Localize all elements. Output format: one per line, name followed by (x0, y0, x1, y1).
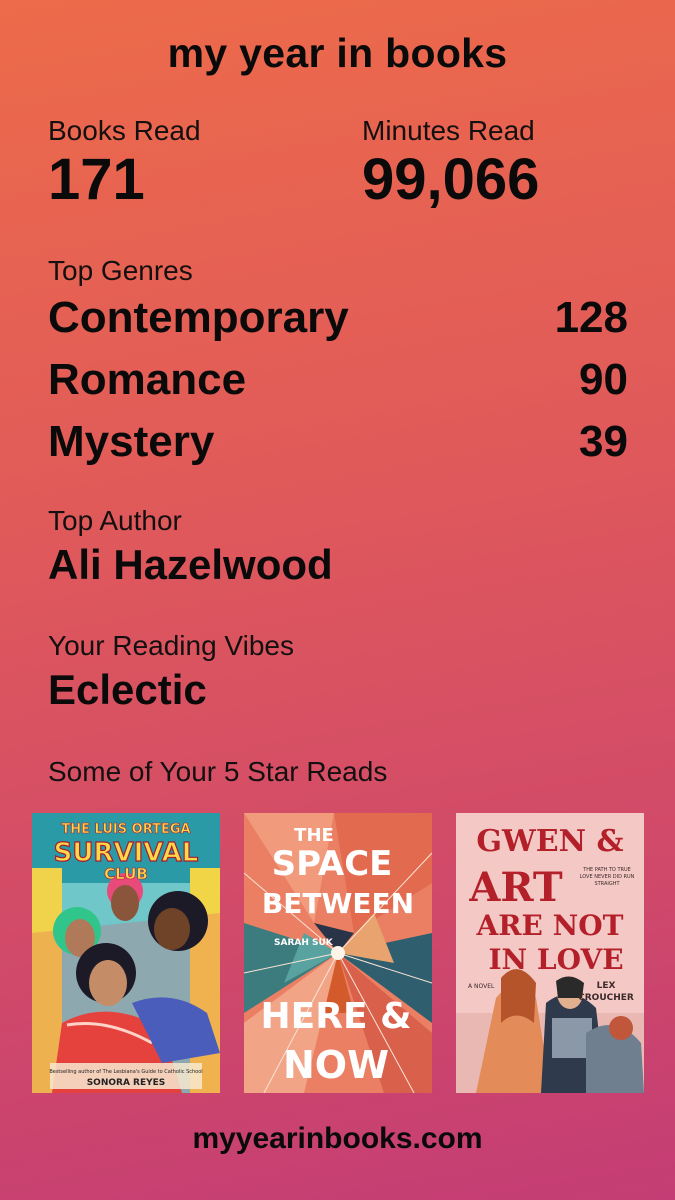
top-genres-section: Top Genres Contemporary 128 Romance 90 M… (48, 255, 628, 473)
minutes-read-value: 99,066 (362, 147, 540, 212)
cover-1-title-2: SURVIVAL (54, 838, 199, 868)
top-genres-label: Top Genres (48, 255, 193, 286)
cover-2-title-1: THE (294, 825, 334, 846)
genre-row: Mystery 39 (48, 411, 628, 473)
book-cover-luis-ortega[interactable]: THE LUIS ORTEGA SURVIVAL CLUB Bestsellin… (32, 813, 220, 1093)
cover-art-3: GWEN & ART THE PATH TO TRUE LOVE NEVER D… (456, 813, 644, 1093)
cover-3-title-2: ART (468, 864, 563, 911)
top-author-label: Top Author (48, 505, 182, 536)
cover-2-title-4: HERE & (261, 996, 412, 1037)
cover-1-title-1: THE LUIS ORTEGA (61, 822, 190, 837)
top-author-value: Ali Hazelwood (48, 541, 333, 588)
cover-art-2: THE SPACE BETWEEN SARAH SUK HERE & NOW (244, 813, 432, 1093)
cover-2-author: SARAH SUK (274, 938, 334, 948)
genre-row: Contemporary 128 (48, 287, 628, 349)
book-cover-gwen-and-art[interactable]: GWEN & ART THE PATH TO TRUE LOVE NEVER D… (456, 813, 644, 1093)
cover-3-title-1: GWEN & (476, 824, 623, 859)
genre-count: 128 (554, 293, 628, 342)
five-star-covers: THE LUIS ORTEGA SURVIVAL CLUB Bestsellin… (32, 813, 644, 1093)
minutes-read-stat: Minutes Read 99,066 (362, 115, 539, 209)
five-star-label: Some of Your 5 Star Reads (48, 756, 388, 787)
genre-count: 39 (579, 417, 628, 466)
cover-art-1: THE LUIS ORTEGA SURVIVAL CLUB Bestsellin… (32, 813, 220, 1093)
footer-site-link[interactable]: myyearinbooks.com (0, 1122, 675, 1156)
cover-1-author: SONORA REYES (87, 1078, 166, 1088)
minutes-read-label: Minutes Read (362, 115, 535, 146)
cover-3-tagline: THE PATH TO TRUE LOVE NEVER DID RUN STRA… (580, 867, 635, 887)
year-in-books-card: my year in books Books Read 171 Minutes … (0, 0, 675, 1200)
books-read-stat: Books Read 171 (48, 115, 201, 209)
reading-vibes-label: Your Reading Vibes (48, 630, 294, 661)
genre-name: Romance (48, 355, 247, 404)
cover-1-blurb: Bestselling author of The Lesbiana's Gui… (49, 1069, 202, 1075)
books-read-value: 171 (48, 147, 145, 212)
reading-vibes-section: Your Reading Vibes Eclectic (48, 630, 294, 714)
top-author-section: Top Author Ali Hazelwood (48, 505, 333, 589)
cover-2-title-3: BETWEEN (262, 887, 414, 920)
book-cover-space-between[interactable]: THE SPACE BETWEEN SARAH SUK HERE & NOW (244, 813, 432, 1093)
cover-3-author-2: CROUCHER (578, 993, 634, 1003)
page-title: my year in books (167, 30, 508, 76)
cover-2-title-5: NOW (283, 1043, 389, 1087)
cover-3-title-4: IN LOVE (488, 943, 623, 976)
genre-count: 90 (579, 355, 628, 404)
genre-row: Romance 90 (48, 349, 628, 411)
genre-name: Contemporary (48, 293, 349, 342)
reading-vibes-value: Eclectic (48, 666, 207, 713)
cover-3-novel-tag: A NOVEL (468, 983, 495, 990)
cover-1-title-3: CLUB (104, 865, 148, 883)
cover-2-title-2: SPACE (272, 844, 393, 884)
cover-3-title-3: ARE NOT (476, 909, 624, 942)
genre-name: Mystery (48, 417, 215, 466)
cover-3-author-1: LEX (597, 981, 616, 991)
books-read-label: Books Read (48, 115, 201, 146)
